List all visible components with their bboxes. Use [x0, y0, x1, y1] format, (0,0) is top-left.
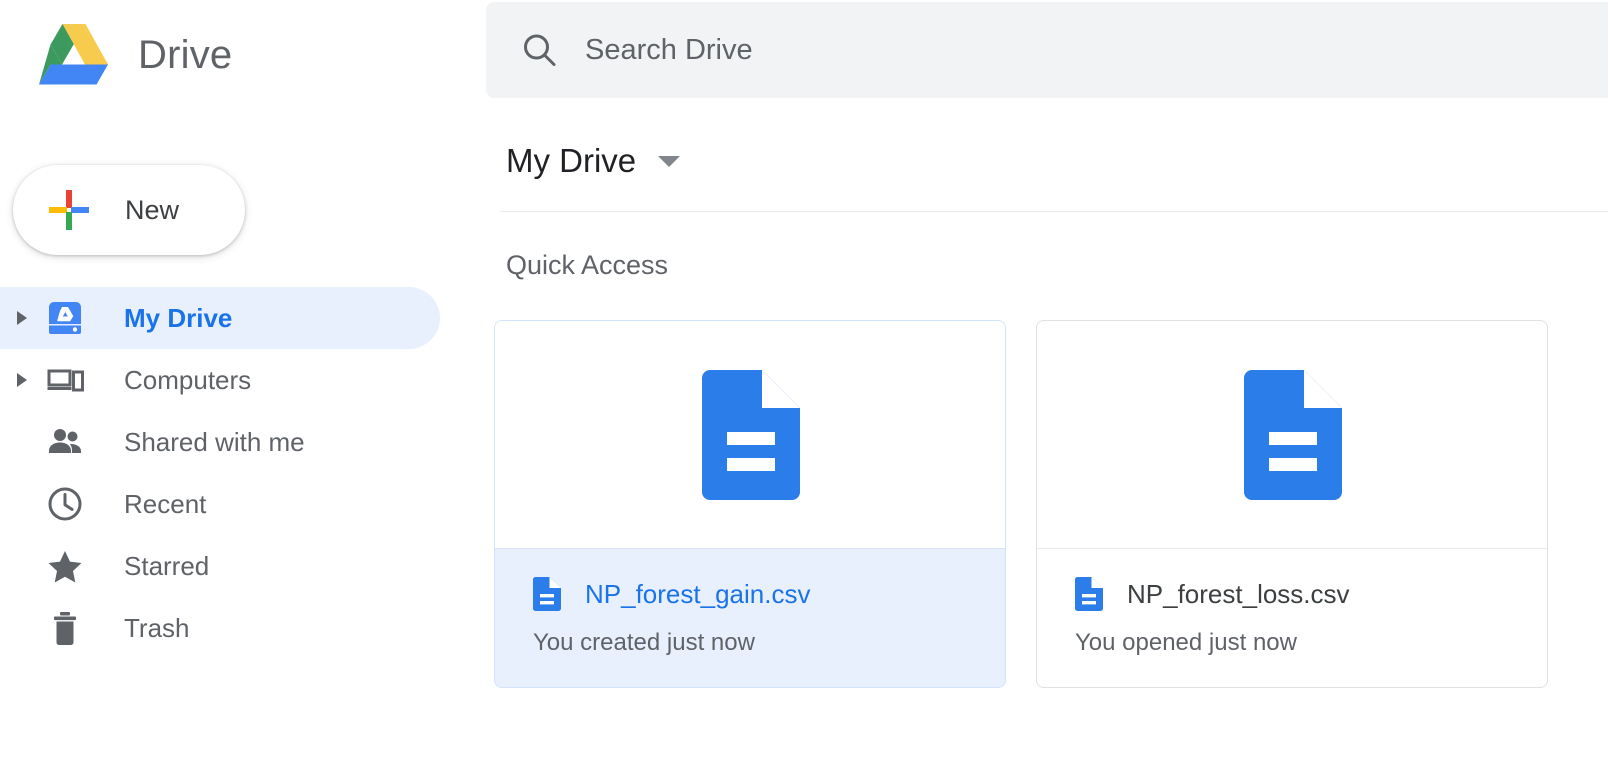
search-input[interactable]: [585, 34, 1485, 67]
trash-icon: [42, 605, 88, 651]
sidebar-item-label: My Drive: [124, 303, 232, 334]
card-file-name[interactable]: NP_forest_gain.csv: [585, 579, 810, 610]
quick-access-cards: NP_forest_gain.csv You created just now: [494, 320, 1578, 688]
main-content: My Drive Quick Access: [486, 0, 1608, 768]
expand-caret-my-drive[interactable]: [4, 311, 40, 325]
card-file-subtitle: You opened just now: [1075, 629, 1547, 657]
sidebar-item-my-drive[interactable]: My Drive: [0, 287, 486, 349]
sidebar-item-label: Recent: [124, 489, 206, 520]
card-file-row: NP_forest_loss.csv: [1075, 577, 1547, 611]
sidebar-item-label: Shared with me: [124, 427, 305, 458]
google-drive-logo-icon: [38, 22, 110, 88]
app-title: Drive: [138, 33, 232, 78]
card-thumbnail: [1037, 321, 1547, 548]
quick-access-card[interactable]: NP_forest_gain.csv You created just now: [494, 320, 1006, 688]
chevron-down-icon[interactable]: [658, 156, 680, 167]
sidebar: Drive New: [0, 0, 486, 768]
expand-caret-computers[interactable]: [4, 373, 40, 387]
sidebar-nav: My Drive Computers: [0, 287, 486, 659]
card-file-row: NP_forest_gain.csv: [533, 577, 1005, 611]
sidebar-item-label: Trash: [124, 613, 190, 644]
header-divider: [500, 211, 1608, 212]
sidebar-item-shared-with-me[interactable]: Shared with me: [0, 411, 486, 473]
plus-icon: [47, 188, 91, 232]
breadcrumb[interactable]: My Drive: [506, 132, 680, 190]
quick-access-card[interactable]: NP_forest_loss.csv You opened just now: [1036, 320, 1548, 688]
star-icon: [42, 543, 88, 589]
card-footer: NP_forest_gain.csv You created just now: [495, 548, 1005, 687]
card-footer: NP_forest_loss.csv You opened just now: [1037, 548, 1547, 687]
new-button[interactable]: New: [13, 165, 245, 255]
sidebar-item-starred[interactable]: Starred: [0, 535, 486, 597]
sidebar-item-trash[interactable]: Trash: [0, 597, 486, 659]
sidebar-item-recent[interactable]: Recent: [0, 473, 486, 535]
people-icon: [42, 419, 88, 465]
sidebar-item-label: Computers: [124, 365, 251, 396]
clock-icon: [42, 481, 88, 527]
search-bar[interactable]: [486, 2, 1608, 98]
new-button-label: New: [125, 195, 179, 226]
breadcrumb-label: My Drive: [506, 142, 636, 180]
file-document-icon: [700, 370, 800, 500]
app-brand: Drive: [38, 20, 298, 90]
file-document-icon: [533, 577, 561, 611]
card-thumbnail: [495, 321, 1005, 548]
chevron-right-icon: [17, 311, 27, 325]
quick-access-heading: Quick Access: [506, 250, 668, 281]
drive-hard-disk-icon: [42, 295, 88, 341]
card-file-name[interactable]: NP_forest_loss.csv: [1127, 579, 1350, 610]
file-document-icon: [1242, 370, 1342, 500]
card-file-subtitle: You created just now: [533, 629, 1005, 657]
file-document-icon: [1075, 577, 1103, 611]
computers-icon: [42, 357, 88, 403]
chevron-right-icon: [17, 373, 27, 387]
sidebar-item-computers[interactable]: Computers: [0, 349, 486, 411]
search-icon: [519, 30, 559, 70]
sidebar-item-label: Starred: [124, 551, 209, 582]
